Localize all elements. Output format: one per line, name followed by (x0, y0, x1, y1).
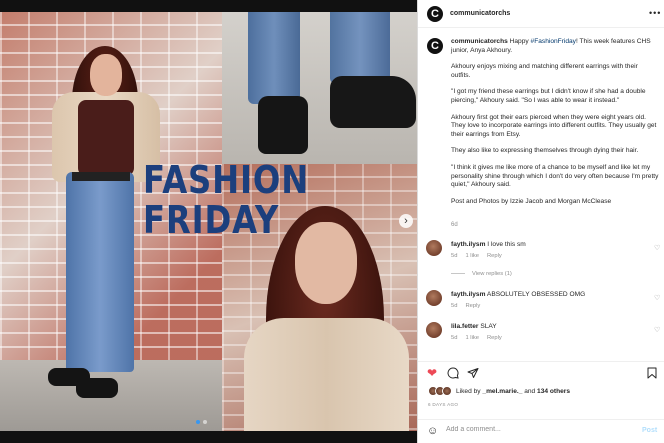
reply-button[interactable]: Reply (487, 253, 502, 259)
comment-icon-svg (447, 367, 459, 379)
boot (258, 96, 308, 154)
post-caption: communicatorchs Happy #FashionFriday! Th… (451, 38, 659, 214)
view-replies[interactable]: View replies (1) (451, 271, 512, 277)
emoji-icon[interactable]: ☺ (427, 425, 438, 437)
caption-paragraph: "I got my friend these earrings but I di… (451, 88, 646, 104)
share-icon-svg (467, 368, 479, 378)
headline: FASHION FRIDAY (143, 160, 338, 240)
caption-avatar[interactable]: C (427, 38, 443, 54)
avatar-logo: C (431, 40, 439, 52)
caption-intro: communicatorchs Happy #FashionFriday! Th… (451, 38, 659, 55)
caption-paragraph: Akhoury first got their ears pierced whe… (451, 113, 657, 138)
share-icon[interactable] (467, 367, 479, 381)
comment-input[interactable] (446, 426, 616, 433)
comment-likes[interactable]: 1 like (465, 253, 479, 259)
carousel-dot (203, 420, 207, 424)
comment-like-icon[interactable]: ♡ (654, 244, 660, 252)
post-timestamp: 6 DAYS AGO (428, 402, 459, 407)
liker-username[interactable]: _mel.marie._ (482, 388, 522, 395)
header-username[interactable]: communicatorchs (450, 10, 510, 17)
post-header: C communicatorchs ••• (418, 0, 664, 28)
reply-button[interactable]: Reply (487, 335, 502, 341)
comment-text: lila.fetter SLAY (451, 323, 641, 330)
caption-text: Happy (507, 38, 531, 45)
headline-line-1: FASHION (143, 158, 310, 202)
likes-summary: Liked by _mel.marie._ and 134 others (456, 388, 570, 395)
heart-icon[interactable]: ❤ (427, 367, 437, 379)
comment-likes[interactable]: 1 like (465, 335, 479, 341)
post-actions: ❤ (418, 361, 664, 383)
comment-body: SLAY (480, 323, 497, 330)
likes-middle: and (522, 388, 538, 395)
person-jeans (66, 172, 134, 372)
person-shoe (76, 378, 118, 398)
jeans-leg (330, 12, 390, 84)
next-image-button[interactable]: › (399, 214, 413, 228)
comment-username[interactable]: fayth.ilysm (451, 241, 485, 248)
comment-like-icon[interactable]: ♡ (654, 294, 660, 302)
caption-age: 6d (451, 222, 458, 228)
bookmark-icon-svg (647, 367, 657, 379)
replies-line (451, 272, 465, 274)
commenter-avatar[interactable] (426, 240, 442, 256)
comment-age: 5d (451, 253, 458, 259)
comment-icon[interactable] (447, 367, 459, 381)
boot (330, 76, 416, 128)
caption-username[interactable]: communicatorchs (451, 38, 508, 45)
jeans-leg (248, 12, 300, 104)
bookmark-icon[interactable] (647, 367, 657, 381)
commenter-avatar[interactable] (426, 322, 442, 338)
comment-meta: 5d Reply (451, 303, 488, 309)
comment-body: ABSOLUTELY OBSESSED OMG (486, 291, 586, 298)
post-image[interactable]: FASHION FRIDAY › (0, 0, 417, 443)
comment-age: 5d (451, 303, 458, 309)
hashtag-link[interactable]: #FashionFriday (531, 38, 576, 45)
account-avatar[interactable]: C (427, 6, 443, 22)
person-face (90, 54, 122, 96)
reply-button[interactable]: Reply (465, 303, 480, 309)
image-top-border (0, 0, 417, 12)
comment-text: fayth.ilysm ABSOLUTELY OBSESSED OMG (451, 291, 641, 298)
caption-paragraph: Post and Photos by Izzie Jacob and Morga… (451, 197, 612, 205)
view-replies-label: View replies (1) (472, 271, 512, 277)
person-top (78, 100, 134, 176)
carousel-dots (196, 420, 207, 424)
liker-avatar (442, 386, 452, 396)
comment-text: fayth.ilysm I love this sm (451, 241, 641, 248)
likers-avatars[interactable] (428, 386, 452, 396)
headline-line-2: FRIDAY (143, 198, 280, 242)
person-belt (72, 172, 130, 181)
caption-paragraph: They also like to expressing themselves … (451, 147, 639, 155)
image-bottom-border (0, 431, 417, 443)
avatar-logo: C (431, 8, 439, 20)
comment-like-icon[interactable]: ♡ (654, 326, 660, 334)
comment-meta: 5d 1 like Reply (451, 253, 510, 259)
likes-prefix: Liked by (456, 388, 483, 395)
comment-username[interactable]: lila.fetter (451, 323, 478, 330)
post-panel: C communicatorchs ••• C communicatorchs … (417, 0, 664, 443)
carousel-dot-active (196, 420, 200, 424)
comment-body: I love this sm (487, 241, 526, 248)
add-comment-bar: ☺ Post (418, 419, 664, 443)
more-options-icon[interactable]: ••• (649, 8, 661, 18)
post-comment-button[interactable]: Post (642, 427, 657, 434)
comment-age: 5d (451, 335, 458, 341)
comment-meta: 5d 1 like Reply (451, 335, 510, 341)
comment-username[interactable]: fayth.ilysm (451, 291, 485, 298)
caption-paragraph: "I think it gives me like more of a chan… (451, 163, 659, 189)
likes-others-link[interactable]: 134 others (537, 388, 570, 395)
caption-paragraph: Akhoury enjoys mixing and matching diffe… (451, 63, 638, 79)
portrait-coat (244, 318, 409, 431)
commenter-avatar[interactable] (426, 290, 442, 306)
chevron-right-icon: › (404, 215, 408, 227)
